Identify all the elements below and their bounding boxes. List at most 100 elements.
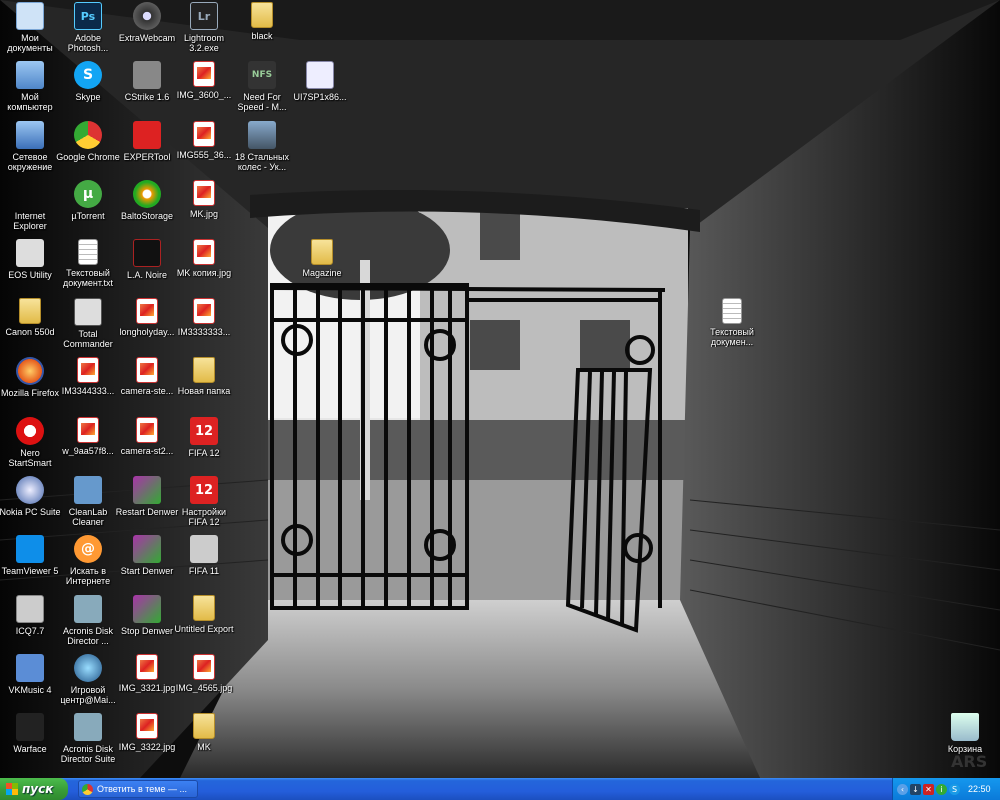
lanoire-icon	[133, 239, 161, 267]
chrome-icon	[82, 783, 93, 795]
desktop-icon[interactable]: BaltoStorage	[117, 180, 177, 238]
desktop-icon[interactable]: Acronis Disk Director Suite	[58, 713, 118, 771]
desktop-icon-label: Adobe Photosh...	[67, 33, 109, 53]
desktop-icon[interactable]: µ µTorrent	[58, 180, 118, 238]
desktop-icon[interactable]: ExtraWebcam	[117, 2, 177, 60]
desktop-icon[interactable]: IMG555_36...	[174, 121, 234, 179]
desktop-icon[interactable]: 12 Настройки FIFA 12	[174, 476, 234, 534]
desktop-icon[interactable]: Mozilla Firefox	[0, 357, 60, 415]
desktop-icon[interactable]: Lr Lightroom 3.2.exe	[174, 2, 234, 60]
desktop-icon[interactable]: MK.jpg	[174, 180, 234, 238]
desktop-icon[interactable]: Magazine	[292, 239, 352, 297]
desktop-icon[interactable]: @ Искать в Интернете	[58, 535, 118, 593]
totalcmd-icon	[74, 298, 102, 326]
ie-icon	[16, 180, 44, 208]
taskbar: пуск Ответить в теме — ... ‹ ↓ ✕ i S 22:…	[0, 778, 1000, 800]
desktop-icon[interactable]: EXPERTool	[117, 121, 177, 179]
back-arrow-icon[interactable]: ‹	[897, 783, 908, 795]
jpg-icon	[193, 239, 215, 265]
desktop-icon[interactable]: Start Denwer	[117, 535, 177, 593]
skype-icon: S	[74, 61, 102, 89]
desktop-icon[interactable]: Untitled Export	[174, 595, 234, 653]
skype-tray-icon[interactable]: S	[949, 783, 960, 795]
desktop-icon[interactable]: VKMusic 4	[0, 654, 60, 712]
desktop-icon[interactable]: IM3333333...	[174, 298, 234, 356]
desktop-icon-label: µTorrent	[71, 211, 105, 221]
desktop-icon[interactable]: TeamViewer 5	[0, 535, 60, 593]
windows-logo-icon	[6, 783, 18, 795]
desktop-icon-label: camera-st2...	[120, 446, 174, 456]
desktop-icon[interactable]: 18 Стальных колес - Ук...	[232, 121, 292, 179]
desktop-icon[interactable]: Сетевое окружение	[0, 121, 60, 179]
desktop-icon-label: CStrike 1.6	[124, 92, 170, 102]
desktop-icon[interactable]: IMG_3600_...	[174, 61, 234, 119]
desktop-icon[interactable]: UI7SP1x86...	[290, 61, 350, 119]
desktop-icon[interactable]: Nokia PC Suite	[0, 476, 61, 534]
desktop-icon[interactable]: Игровой центр@Mai...	[58, 654, 118, 712]
desktop-icon[interactable]: camera-st2...	[117, 417, 177, 475]
desktop-icon[interactable]: FIFA 11	[174, 535, 234, 593]
info-icon[interactable]: i	[936, 783, 947, 795]
desktop-icon[interactable]: MK копия.jpg	[174, 239, 234, 297]
desktop-icon[interactable]: IMG_3321.jpg	[117, 654, 177, 712]
desktop-icon[interactable]: CStrike 1.6	[117, 61, 177, 119]
nokia-icon	[16, 476, 44, 504]
desktop-icon-label: Новая папка	[177, 386, 231, 396]
antivirus-icon[interactable]: ✕	[923, 783, 934, 795]
truck-icon	[248, 121, 276, 149]
desktop-icon[interactable]: L.A. Noire	[117, 239, 177, 297]
desktop-icon[interactable]: IM3344333...	[58, 357, 118, 415]
jpg-icon	[193, 654, 215, 680]
desktop-icon-label: IMG555_36...	[176, 150, 232, 160]
desktop-icon-label: Acronis Disk Director ...	[62, 626, 113, 646]
start-button[interactable]: пуск	[0, 778, 68, 800]
desktop-icon[interactable]: ICQ7.7	[0, 595, 60, 653]
desktop-icon[interactable]: Nero StartSmart	[0, 417, 60, 475]
desktop-icon[interactable]: 12 FIFA 12	[174, 417, 234, 475]
start-button-label: пуск	[22, 782, 54, 796]
desktop-icon[interactable]: Total Commander	[58, 298, 118, 356]
desktop-icon[interactable]: black	[232, 2, 292, 60]
desktop-icon[interactable]: Restart Denwer	[115, 476, 179, 534]
jpg-icon	[193, 298, 215, 324]
desktop-icon[interactable]: Acronis Disk Director ...	[58, 595, 118, 653]
firefox-icon	[16, 357, 44, 385]
desktop-icon[interactable]: Ps Adobe Photosh...	[58, 2, 118, 60]
desktop-icon-label: Untitled Export	[174, 624, 234, 634]
fifa11-icon	[190, 535, 218, 563]
desktop-icon[interactable]: Мои документы	[0, 2, 60, 60]
desktop-icon-label: longholyday...	[119, 327, 175, 337]
desktop-icon[interactable]: EOS Utility	[0, 239, 60, 297]
desktop-icon[interactable]: MK	[174, 713, 234, 771]
desktop-icon[interactable]: IMG_4565.jpg	[174, 654, 234, 712]
desktop-icon[interactable]: Internet Explorer	[0, 180, 60, 238]
denwer-icon	[133, 476, 161, 504]
desktop-icon-label: Restart Denwer	[115, 507, 179, 517]
desktop-icon[interactable]: Новая папка	[174, 357, 234, 415]
desktop-icon[interactable]: CleanLab Cleaner	[58, 476, 118, 534]
desktop-icon[interactable]: Мой компьютер	[0, 61, 60, 119]
desktop-icon[interactable]: w_9aa57f8...	[58, 417, 118, 475]
desktop-icon[interactable]: camera-ste...	[117, 357, 177, 415]
desktop-icon[interactable]: longholyday...	[117, 298, 177, 356]
desktop-icon[interactable]: Текстовый документ.txt	[58, 239, 118, 297]
download-icon[interactable]: ↓	[910, 783, 921, 795]
desktop-icon[interactable]: Stop Denwer	[117, 595, 177, 653]
doc-icon	[78, 239, 98, 265]
cleanlab-icon	[74, 476, 102, 504]
desktop-icon[interactable]: NFS Need For Speed - M...	[232, 61, 292, 119]
desktop-icon[interactable]: Warface	[0, 713, 60, 771]
desktop-icon[interactable]: S Skype	[58, 61, 118, 119]
desktop-icon[interactable]: Текстовый докумен...	[702, 298, 762, 356]
cstrike-icon	[133, 61, 161, 89]
desktop-icon-label: Need For Speed - M...	[237, 92, 287, 112]
jpg-icon	[193, 61, 215, 87]
chrome-icon	[74, 121, 102, 149]
desktop-icon[interactable]: Canon 550d	[0, 298, 60, 356]
desktop-icon-label: w_9aa57f8...	[62, 446, 114, 456]
desktop-icon-label: Мои документы	[7, 33, 53, 53]
balto-icon	[133, 180, 161, 208]
desktop-icon[interactable]: IMG_3322.jpg	[117, 713, 177, 771]
taskbar-item-chrome[interactable]: Ответить в теме — ...	[78, 780, 198, 798]
desktop-icon[interactable]: Google Chrome	[56, 121, 120, 179]
